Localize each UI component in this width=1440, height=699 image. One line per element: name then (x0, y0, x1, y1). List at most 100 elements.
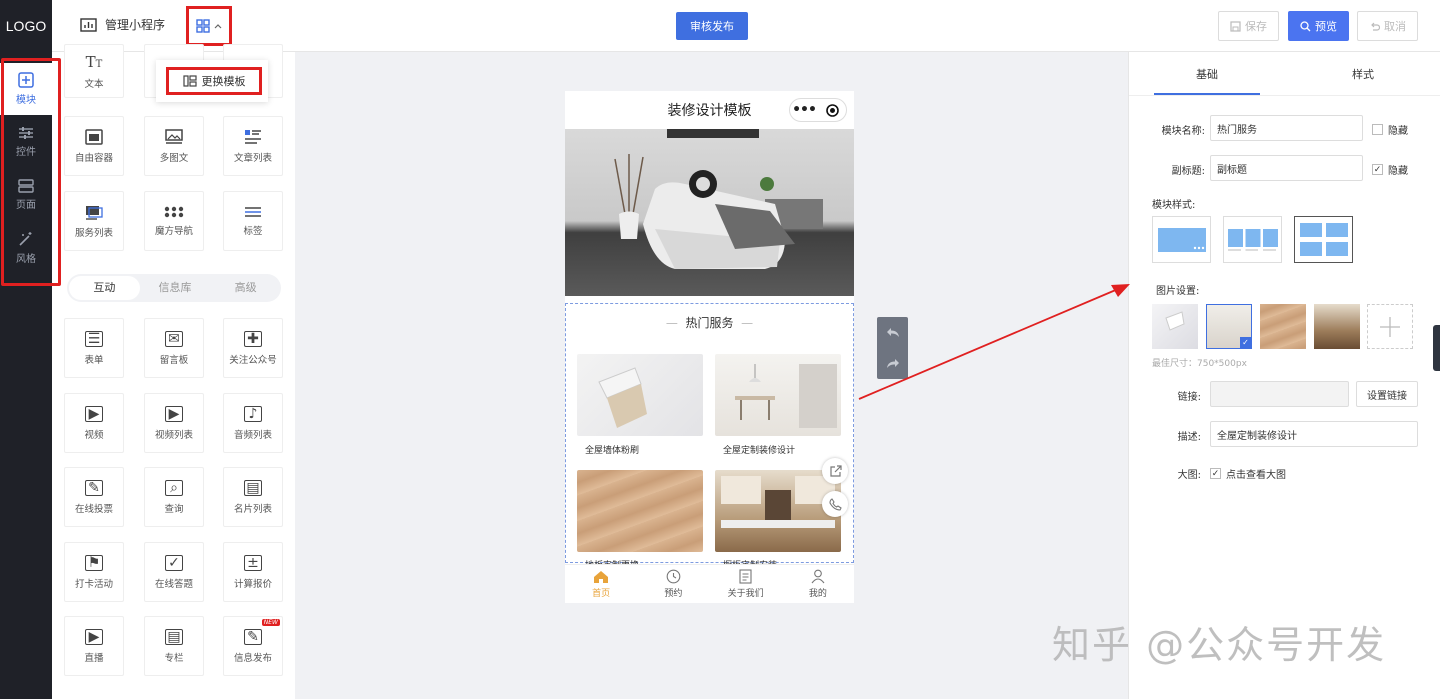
home-icon (594, 570, 609, 583)
close-target-icon[interactable] (818, 103, 846, 117)
text-icon: TT (85, 52, 103, 71)
big-image-check-label: 点击查看大图 (1226, 470, 1286, 481)
big-image-checkbox[interactable]: ✓ 点击查看大图 (1210, 466, 1286, 481)
phone-header: 装修设计模板 ••• (565, 91, 854, 129)
tile-quiz[interactable]: ✓ 在线答题 (144, 542, 204, 602)
more-dots-icon[interactable]: ••• (790, 102, 818, 118)
checkin-flag-icon: ⚑ (85, 554, 103, 571)
layout-grid-icon (1299, 222, 1348, 256)
tab-mine[interactable]: 我的 (782, 565, 854, 603)
hide-subtitle-checkbox[interactable]: ✓ 隐藏 (1372, 162, 1408, 177)
tile-follow-user[interactable]: ✚ 关注公众号 (223, 318, 283, 378)
tile-vote[interactable]: ✎ 在线投票 (64, 467, 124, 527)
tile-video[interactable]: ▶ 视频 (64, 393, 124, 453)
tile-card-list[interactable]: ▤ 名片列表 (223, 467, 283, 527)
tile-checkin-flag[interactable]: ⚑ 打卡活动 (64, 542, 124, 602)
tile-message-board[interactable]: ✉ 留言板 (144, 318, 204, 378)
phone-float-button[interactable] (822, 491, 848, 517)
tile-label: 自由容器 (74, 152, 113, 164)
tile-form[interactable]: ☰ 表单 (64, 318, 124, 378)
form-icon: ☰ (85, 330, 103, 347)
tags-icon (245, 206, 261, 217)
tile-info-publish[interactable]: ✎ 信息发布 NEW (223, 616, 283, 676)
segment-advanced[interactable]: 高级 (210, 276, 281, 300)
tab-about[interactable]: 关于我们 (710, 565, 782, 603)
video-icon: ▶ (85, 405, 103, 422)
tile-label: 视频 (84, 429, 104, 441)
tile-tags[interactable]: 标签 (223, 191, 283, 251)
share-float-button[interactable] (822, 458, 848, 484)
message-board-icon: ✉ (165, 330, 183, 347)
segment-interactive[interactable]: 互动 (69, 276, 140, 300)
tile-label: 魔方导航 (154, 225, 193, 237)
segment-info-library[interactable]: 信息库 (140, 276, 211, 300)
new-badge: NEW (261, 619, 280, 626)
tile-cube-nav[interactable]: 魔方导航 (144, 191, 204, 251)
image-thumb[interactable] (1260, 304, 1306, 349)
module-name-input[interactable]: 热门服务 (1210, 115, 1363, 141)
image-thumb[interactable] (1152, 304, 1198, 349)
side-handle[interactable] (1433, 325, 1440, 371)
audio-list-icon: ♪ (244, 405, 262, 422)
top-bar: LOGO 管理小程序 审核发布 保存 预览 取消 (0, 0, 1440, 52)
tile-audio-list[interactable]: ♪ 音频列表 (223, 393, 283, 453)
tile-label: 打卡活动 (74, 578, 113, 590)
publish-button[interactable]: 审核发布 (676, 12, 748, 40)
cancel-button[interactable]: 取消 (1357, 11, 1418, 41)
tile-label: 专栏 (164, 652, 184, 664)
hot-services-module[interactable]: — 热门服务 — 全屋墙体粉刷 全屋定制装修设计 地板定制更换 橱柜定制安装 (565, 303, 854, 571)
card-list-icon: ▤ (244, 479, 262, 496)
preview-button[interactable]: 预览 (1288, 11, 1349, 41)
change-template-button[interactable]: 更换模板 (166, 67, 262, 95)
live-tv-icon: ▶ (85, 628, 103, 645)
video-list-icon: ▶ (165, 405, 183, 422)
link-input[interactable] (1210, 381, 1349, 407)
subtitle-input[interactable]: 副标题 (1210, 155, 1363, 181)
logo: LOGO (0, 0, 52, 52)
tile-label: 关注公众号 (229, 354, 277, 366)
image-thumb[interactable] (1314, 304, 1360, 349)
quiz-icon: ✓ (165, 554, 183, 571)
tile-calculator[interactable]: ± 计算报价 (223, 542, 283, 602)
tile-article-list[interactable]: 文章列表 (223, 116, 283, 176)
tile-live-tv[interactable]: ▶ 直播 (64, 616, 124, 676)
phone-title: 装修设计模板 (667, 103, 752, 119)
miniprogram-capsule[interactable]: ••• (789, 98, 847, 122)
tab-style[interactable]: 样式 (1285, 52, 1440, 95)
subtitle-label: 副标题: (1171, 166, 1205, 177)
tile-service-list[interactable]: 服务列表 (64, 191, 124, 251)
hide-label: 隐藏 (1388, 166, 1408, 177)
tile-label: 表单 (84, 354, 104, 366)
tile-label: 文章列表 (233, 152, 272, 164)
tile-label: 名片列表 (233, 503, 272, 515)
style-option-grid[interactable] (1294, 216, 1353, 263)
tile-container[interactable]: 自由容器 (64, 116, 124, 176)
set-link-button[interactable]: 设置链接 (1356, 381, 1418, 407)
tile-label: 查询 (164, 503, 184, 515)
tile-label: 在线投票 (74, 503, 113, 515)
hide-name-checkbox[interactable]: 隐藏 (1372, 122, 1408, 137)
tile-query[interactable]: ⌕ 查询 (144, 467, 204, 527)
template-menu-button[interactable] (186, 6, 232, 46)
tab-booking[interactable]: 预约 (637, 565, 709, 603)
tab-label: 我的 (808, 589, 827, 599)
description-input[interactable]: 全屋定制装修设计 (1210, 421, 1418, 447)
tab-basic[interactable]: 基础 (1129, 52, 1285, 95)
tab-label: 关于我们 (727, 589, 764, 599)
grid-icon (196, 19, 210, 33)
tile-text[interactable]: TT 文本 (64, 44, 124, 98)
add-image-button[interactable] (1367, 304, 1413, 349)
manage-miniprogram-link[interactable]: 管理小程序 (80, 16, 165, 33)
manage-label: 管理小程序 (105, 18, 166, 32)
tile-image-text[interactable]: 多图文 (144, 116, 204, 176)
save-button[interactable]: 保存 (1218, 11, 1279, 41)
tile-video-list[interactable]: ▶ 视频列表 (144, 393, 204, 453)
tile-label: 信息发布 (233, 652, 272, 664)
tab-home[interactable]: 首页 (565, 565, 637, 603)
style-option-three-col[interactable] (1223, 216, 1282, 263)
tile-label: 音频列表 (233, 429, 272, 441)
style-option-banner[interactable] (1152, 216, 1211, 263)
tile-column[interactable]: ▤ 专栏 (144, 616, 204, 676)
save-label: 保存 (1245, 20, 1267, 33)
image-thumb-selected[interactable]: ✓ (1206, 304, 1252, 349)
